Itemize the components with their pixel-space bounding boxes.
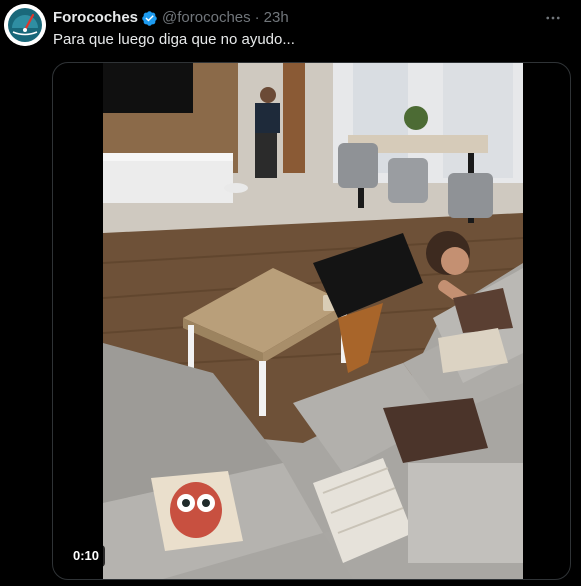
tweet-text: Para que luego diga que no ayudo... bbox=[53, 31, 295, 48]
forocoches-logo-icon bbox=[4, 4, 46, 46]
tweet[interactable]: Forocoches @forocoches · 23h Para que lu… bbox=[0, 0, 581, 586]
separator-dot: · bbox=[254, 9, 260, 26]
author-handle[interactable]: @forocoches bbox=[162, 8, 251, 28]
more-options-icon[interactable] bbox=[543, 8, 563, 28]
verified-badge-icon[interactable] bbox=[141, 10, 158, 27]
tweet-timestamp[interactable]: 23h bbox=[264, 8, 289, 28]
tweet-header: Forocoches @forocoches · 23h bbox=[53, 8, 289, 28]
author-name[interactable]: Forocoches bbox=[53, 8, 138, 28]
video-duration-badge: 0:10 bbox=[67, 545, 106, 567]
video-player[interactable]: 0:10 bbox=[52, 62, 571, 580]
video-frame[interactable] bbox=[103, 63, 523, 579]
author-avatar[interactable] bbox=[4, 4, 46, 46]
